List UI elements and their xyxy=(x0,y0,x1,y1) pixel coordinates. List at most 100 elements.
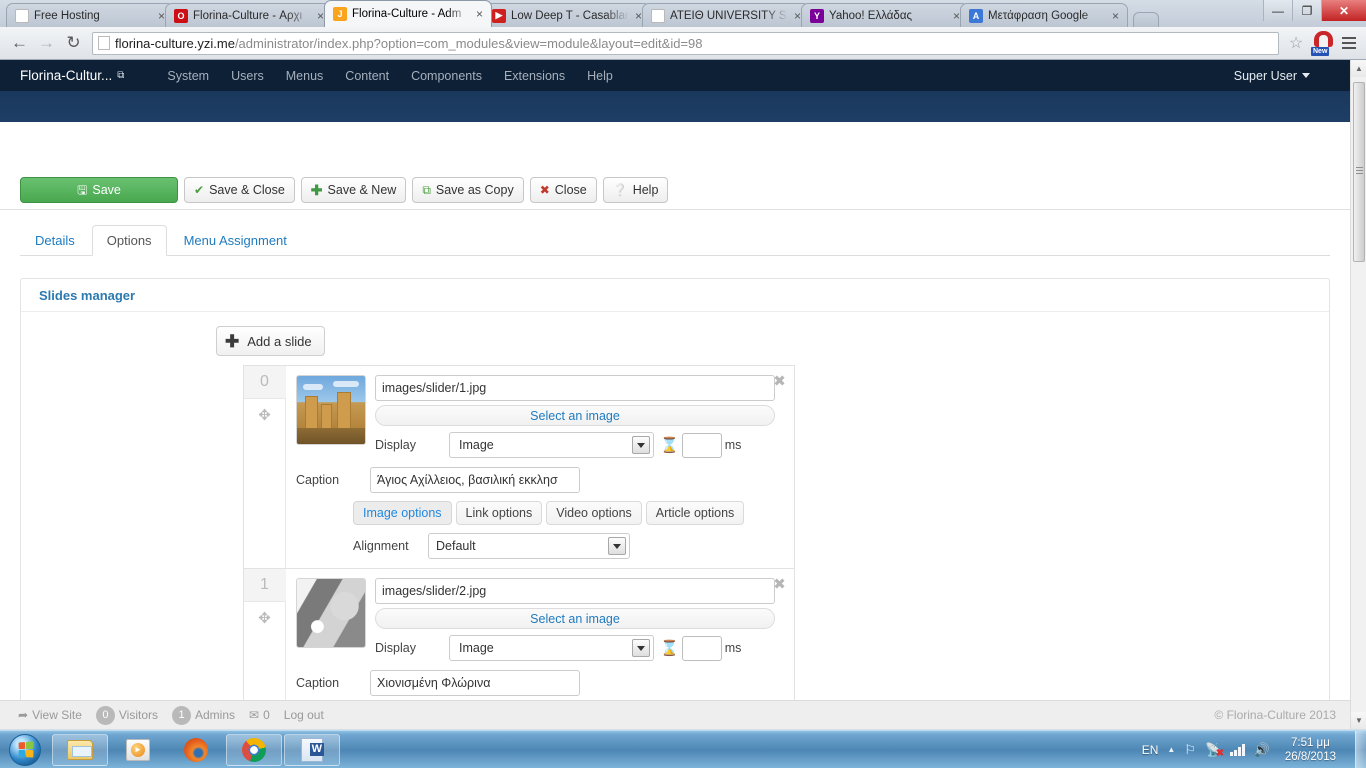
tab-link-options[interactable]: Link options xyxy=(455,501,543,525)
network-icon[interactable]: 📡 ✖ xyxy=(1205,743,1225,759)
delete-slide-icon[interactable]: ✖ xyxy=(771,575,788,593)
save-as-copy-button[interactable]: ⧉ Save as Copy xyxy=(412,176,524,203)
slide-thumbnail[interactable] xyxy=(296,375,366,445)
messages-count: 0 xyxy=(263,708,270,722)
admin-menu-system[interactable]: System xyxy=(156,69,220,83)
close-window-button[interactable]: ✕ xyxy=(1321,0,1366,21)
site-brand[interactable]: Florina-Cultur... ⧉ xyxy=(20,68,124,83)
view-site-link[interactable]: ➦ View Site xyxy=(18,708,82,722)
start-button[interactable] xyxy=(0,732,50,768)
signal-strength-icon[interactable] xyxy=(1230,743,1245,756)
tab-article-options[interactable]: Article options xyxy=(645,501,745,525)
delete-slide-icon[interactable]: ✖ xyxy=(771,372,788,390)
browser-tab-5[interactable]: Y Yahoo! Ελλάδας × xyxy=(801,3,969,27)
taskbar-item-word[interactable]: W xyxy=(284,733,340,766)
browser-tab-6[interactable]: A Μετάφραση Google × xyxy=(960,3,1128,27)
language-indicator[interactable]: EN xyxy=(1142,743,1159,757)
user-menu[interactable]: Super User xyxy=(1234,60,1310,91)
image-path-input[interactable]: images/slider/2.jpg xyxy=(375,578,775,604)
clock[interactable]: 7:51 μμ 26/8/2013 xyxy=(1279,736,1342,764)
save-and-new-button[interactable]: ✚ Save & New xyxy=(300,176,407,203)
panel-body: ✚ Add a slide 0 ✥ ✖ images/slider/1.jpg … xyxy=(21,312,1329,729)
chevron-down-icon xyxy=(632,436,650,454)
forward-icon[interactable]: → xyxy=(33,30,60,57)
scrollbar-thumb[interactable] xyxy=(1353,82,1365,262)
admin-menu-help[interactable]: Help xyxy=(576,69,624,83)
logout-link[interactable]: Log out xyxy=(284,708,324,722)
plus-icon: ✚ xyxy=(310,181,323,198)
volume-icon[interactable]: 🔊 xyxy=(1254,743,1270,756)
browser-tab-4[interactable]: ΑΤΕΙΘ UNIVERSITY ST × xyxy=(642,3,810,27)
save-button-label: Save xyxy=(92,182,121,197)
caption-input[interactable]: Χιονισμένη Φλώρινα xyxy=(370,670,580,696)
browser-tabstrip: Free Hosting × O Florina-Culture - Αρχι … xyxy=(0,0,1366,27)
external-link-icon: ⧉ xyxy=(117,70,125,81)
tab-details[interactable]: Details xyxy=(20,225,90,255)
adblock-icon[interactable]: New xyxy=(1311,31,1335,56)
save-button[interactable]: 🖫 Save xyxy=(20,176,178,203)
show-desktop-button[interactable] xyxy=(1355,730,1366,769)
image-path-input[interactable]: images/slider/1.jpg xyxy=(375,375,775,401)
help-button[interactable]: ❔ Help xyxy=(602,176,669,203)
display-select[interactable]: Image xyxy=(449,432,654,458)
close-icon[interactable]: × xyxy=(472,7,487,22)
browser-menu-icon[interactable] xyxy=(1338,31,1360,55)
close-button[interactable]: ✖ Close xyxy=(529,176,597,203)
browser-tab-3[interactable]: ▶ Low Deep T - Casablan × xyxy=(483,3,651,27)
bookmark-star-icon[interactable]: ☆ xyxy=(1284,32,1308,55)
adblock-new-badge: New xyxy=(1311,47,1330,56)
messages-stat[interactable]: ✉ 0 xyxy=(249,708,270,722)
action-center-flag-icon[interactable]: ⚐ xyxy=(1184,743,1196,756)
taskbar-item-explorer[interactable] xyxy=(52,733,108,766)
delay-ms-input[interactable] xyxy=(681,432,722,458)
taskbar-item-firefox[interactable] xyxy=(168,734,224,766)
minimize-button[interactable]: — xyxy=(1263,0,1292,21)
display-value: Image xyxy=(459,438,494,452)
taskbar-item-media-player[interactable]: ► xyxy=(110,734,166,766)
browser-tab-2[interactable]: J Florina-Culture - Adm × xyxy=(324,0,492,27)
tab-menu-assignment[interactable]: Menu Assignment xyxy=(169,225,302,255)
delay-ms-input[interactable] xyxy=(681,635,722,661)
page-scrollbar[interactable]: ▲ ▼ xyxy=(1350,60,1366,729)
select-image-button[interactable]: Select an image xyxy=(375,405,775,426)
browser-tab-0[interactable]: Free Hosting × xyxy=(6,3,174,27)
tab-image-options[interactable]: Image options xyxy=(353,501,452,525)
visitors-stat: 0 Visitors xyxy=(95,705,158,725)
taskbar-item-chrome[interactable] xyxy=(226,733,282,766)
scroll-up-arrow-icon[interactable]: ▲ xyxy=(1351,60,1366,77)
save-and-close-button[interactable]: ✔ Save & Close xyxy=(184,176,295,203)
ms-unit-label: ms xyxy=(724,438,742,452)
scroll-down-arrow-icon[interactable]: ▼ xyxy=(1351,712,1366,729)
slide-option-tabs: Image options Link options Video options… xyxy=(353,501,784,525)
add-slide-button[interactable]: ✚ Add a slide xyxy=(216,326,325,356)
reload-icon[interactable]: ↻ xyxy=(60,30,87,57)
admin-menu-users[interactable]: Users xyxy=(220,69,275,83)
back-icon[interactable]: ← xyxy=(6,30,33,57)
new-tab-button[interactable] xyxy=(1133,12,1159,27)
show-hidden-icons-icon[interactable]: ▲ xyxy=(1167,745,1175,754)
admin-menu-extensions[interactable]: Extensions xyxy=(493,69,576,83)
display-select[interactable]: Image xyxy=(449,635,654,661)
admin-menu-menus[interactable]: Menus xyxy=(275,69,335,83)
admin-menu-components[interactable]: Components xyxy=(400,69,493,83)
select-image-button[interactable]: Select an image xyxy=(375,608,775,629)
close-icon[interactable]: × xyxy=(1108,8,1123,23)
copyright-text: © Florina-Culture 2013 xyxy=(1214,708,1336,722)
tab-options[interactable]: Options xyxy=(91,225,167,256)
network-error-badge: ✖ xyxy=(1215,748,1225,759)
browser-window: Free Hosting × O Florina-Culture - Αρχι … xyxy=(0,0,1366,730)
alignment-select[interactable]: Default xyxy=(428,533,630,559)
user-menu-label: Super User xyxy=(1233,68,1297,83)
drag-handle-icon[interactable]: ✥ xyxy=(258,611,271,626)
maximize-button[interactable]: ❐ xyxy=(1292,0,1321,21)
caption-input[interactable]: Άγιος Αχίλλειος, βασιλική εκκλησ xyxy=(370,467,580,493)
address-bar[interactable]: florina-culture.yzi.me /administrator/in… xyxy=(92,31,1279,55)
tab-video-options[interactable]: Video options xyxy=(546,501,642,525)
tab-title: Free Hosting xyxy=(34,9,100,22)
slide-thumbnail[interactable] xyxy=(296,578,366,648)
drag-handle-icon[interactable]: ✥ xyxy=(258,408,271,423)
admin-menu-content[interactable]: Content xyxy=(334,69,400,83)
windows-taskbar: ► W EN ▲ ⚐ 📡 ✖ 🔊 7:51 μμ 26/8/2013 xyxy=(0,730,1366,769)
slide-gutter: 0 ✥ xyxy=(243,366,286,568)
browser-tab-1[interactable]: O Florina-Culture - Αρχι × xyxy=(165,3,333,27)
